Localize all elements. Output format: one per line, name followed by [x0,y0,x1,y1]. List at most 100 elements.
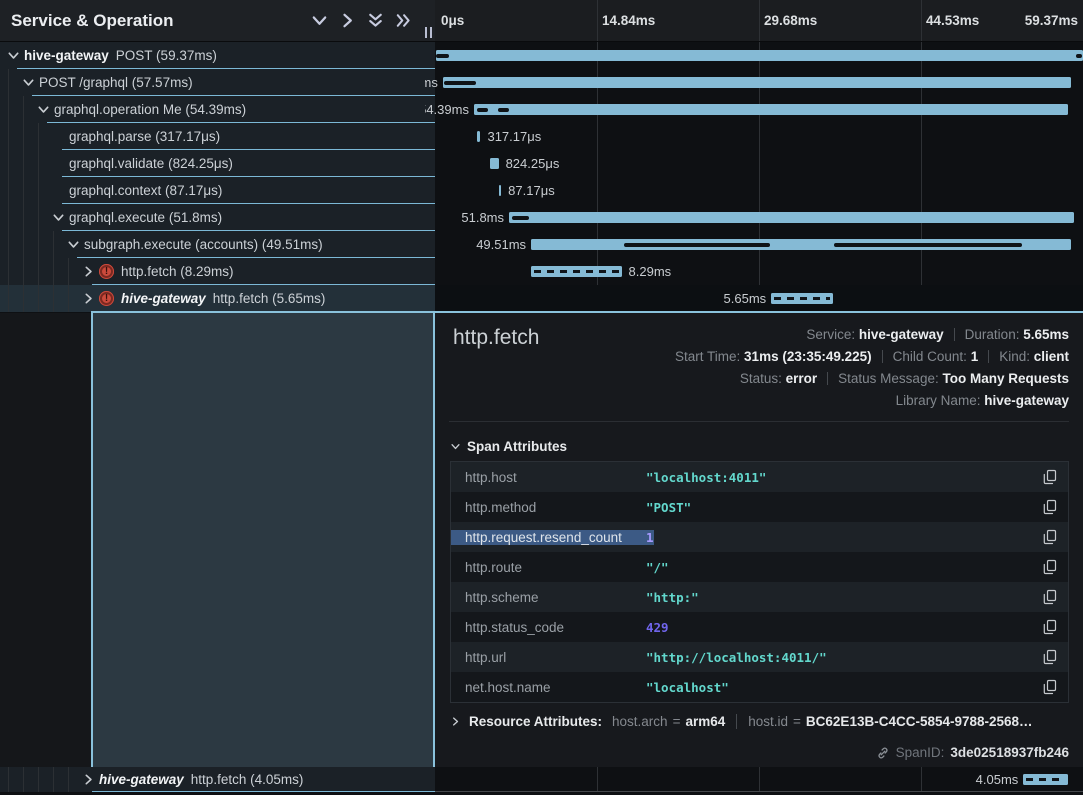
timeline-row[interactable]: 317.17μs [425,123,1083,150]
copy-icon[interactable] [1041,679,1058,696]
span-bar[interactable] [531,266,621,277]
chevron-down-icon[interactable] [23,77,34,88]
span-tree-row[interactable]: hive-gatewayPOST (59.37ms) [0,42,435,69]
copy-icon[interactable] [1041,649,1058,666]
span-bar[interactable] [499,185,501,196]
span-bar[interactable] [474,104,1068,115]
attribute-row: http.status_code429 [451,612,1068,642]
timeline-row[interactable]: 54.39ms [425,96,1083,123]
chevron-down-icon[interactable] [53,212,64,223]
span-tree-row[interactable]: subgraph.execute (accounts) (49.51ms) [0,231,435,258]
span-tree-row[interactable]: !http.fetch (8.29ms) [0,258,435,285]
span-duration-label: 57.57ms [425,75,438,90]
indent-guide [8,258,9,285]
expand-all-icon[interactable] [396,13,411,28]
time-tick-label: 0μs [441,13,464,28]
span-bar[interactable] [436,50,1083,61]
span-gap-marker [444,81,476,85]
span-tree-row[interactable]: graphql.parse (317.17μs) [0,123,435,150]
timeline-row[interactable]: 87.17μs [425,177,1083,204]
indent-guide [8,177,9,204]
span-bar[interactable] [490,158,499,169]
collapse-children-icon[interactable] [312,13,327,28]
copy-icon[interactable] [1041,619,1058,636]
chevron-right-icon[interactable] [83,266,94,277]
attribute-key: http.method [451,500,646,515]
chevron-right-icon[interactable] [83,774,94,785]
span-duration-label: 317.17μs [487,129,541,144]
span-bar[interactable] [1023,774,1067,785]
span-tree-row[interactable]: graphql.context (87.17μs) [0,177,435,204]
span-tree-row[interactable]: hive-gatewayhttp.fetch (4.05ms) [0,767,435,792]
indent-guide [8,285,9,312]
chevron-right-icon [451,717,460,726]
indent-guide [8,767,9,792]
meta-label: Duration: [965,327,1024,342]
chevron-down-icon[interactable] [38,104,49,115]
timeline-row[interactable]: 5.65ms [425,285,1083,312]
resource-attributes-title[interactable]: Resource Attributes: [469,714,602,729]
timeline-row[interactable]: 4.05ms [425,767,1083,792]
span-tree-row[interactable]: graphql.execute (51.8ms) [0,204,435,231]
timeline-row[interactable]: 51.8ms [425,204,1083,231]
span-attributes-title: Span Attributes [467,439,567,454]
indent-guide [23,150,24,177]
copy-icon[interactable] [1041,589,1058,606]
equals-sign: = [673,714,681,729]
span-name-label: graphql.execute (51.8ms) [69,210,222,225]
indent-guide [8,150,9,177]
span-tree-row[interactable]: !hive-gatewayhttp.fetch (5.65ms) [0,285,435,312]
copy-icon[interactable] [1041,529,1058,546]
span-row-content: graphql.operation Me (54.39ms) [54,96,246,122]
chevron-down-icon [451,442,460,451]
span-detail-meta: Service: hive-gatewayDuration: 5.65ms Sta… [675,324,1069,412]
copy-icon[interactable] [1041,499,1058,516]
span-duration-label: 8.29ms [629,264,672,279]
indent-guide [23,177,24,204]
timeline-row[interactable]: 49.51ms [425,231,1083,258]
timeline-row[interactable]: 57.57ms [425,69,1083,96]
resource-attributes-row: Resource Attributes: host.arch=arm64host… [451,714,1033,729]
attribute-key: http.status_code [451,620,646,635]
span-tree-row[interactable]: graphql.validate (824.25μs) [0,150,435,177]
span-row-content: hive-gatewayPOST (59.37ms) [24,42,217,68]
indent-guide [38,177,39,204]
expand-children-icon[interactable] [340,13,355,28]
meta-label: Status Message: [838,371,942,386]
span-bar[interactable] [477,131,480,142]
span-gap-marker [498,108,509,112]
timeline-row[interactable]: 8.29ms [425,258,1083,285]
timeline-rows: 57.57ms 54.39ms 317.17μs 824.25μs87.17μs51.… [425,42,1083,312]
collapse-all-icon[interactable] [368,13,383,28]
span-bar[interactable] [509,212,1074,223]
tree-header-controls [312,13,411,28]
span-bar[interactable] [771,293,833,304]
service-name: hive-gateway [99,772,184,787]
resource-key: host.id [748,714,788,729]
chevron-down-icon[interactable] [68,239,79,250]
panel-resize-handle[interactable] [425,27,432,38]
span-tree-row[interactable]: graphql.operation Me (54.39ms) [0,96,435,123]
indent-guide [38,285,39,312]
span-id-row: SpanID: 3de02518937fb246 [876,745,1069,760]
indent-guide [53,231,54,258]
chevron-right-icon[interactable] [83,293,94,304]
detail-meta-line: Service: hive-gatewayDuration: 5.65ms [675,324,1069,346]
attribute-value: "/" [646,560,669,575]
span-attributes-header[interactable]: Span Attributes [451,439,567,454]
timeline-header: 0μs14.84ms29.68ms44.53ms59.37ms [435,0,1083,42]
indent-guide [53,285,54,312]
copy-icon[interactable] [1041,559,1058,576]
detail-meta-line: Library Name: hive-gateway [675,390,1069,412]
timeline-row[interactable] [425,42,1083,69]
copy-icon[interactable] [1041,469,1058,486]
span-bar[interactable] [443,77,1071,88]
timeline-row[interactable]: 824.25μs [425,150,1083,177]
indent-guide [68,258,69,285]
span-tree-row[interactable]: POST /graphql (57.57ms) [0,69,435,96]
indent-guide [23,231,24,258]
attribute-row: http.scheme"http:" [451,582,1068,612]
chevron-down-icon[interactable] [8,50,19,61]
indent-guide [38,231,39,258]
time-tick-label: 44.53ms [926,13,979,28]
